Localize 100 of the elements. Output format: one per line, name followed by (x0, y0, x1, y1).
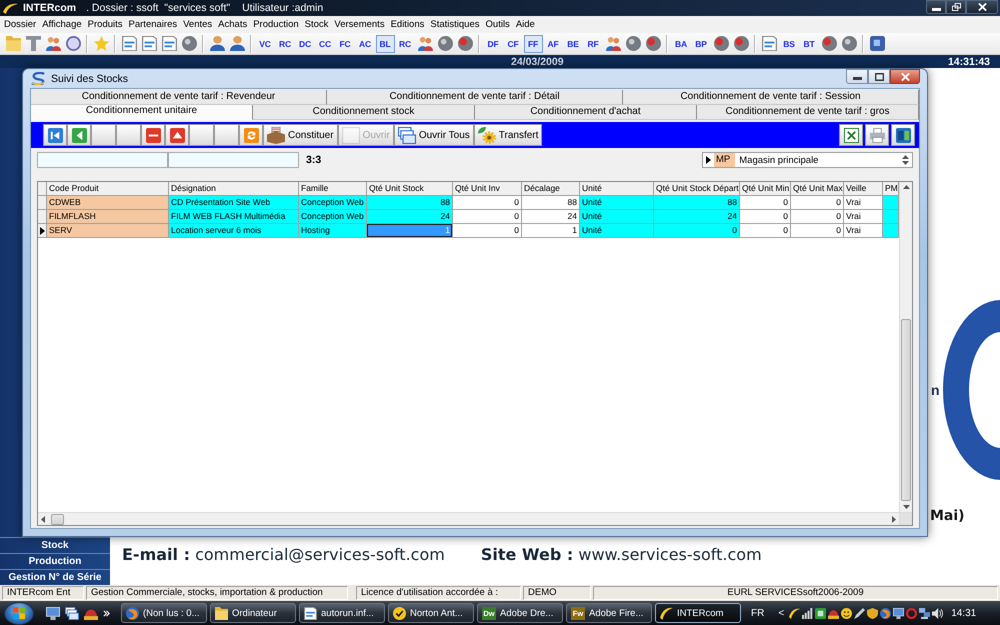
toolbar-button[interactable]: RC (276, 34, 294, 52)
document-icon[interactable] (762, 36, 776, 51)
person-icon[interactable] (230, 36, 244, 51)
scroll-thumb[interactable] (51, 514, 64, 524)
column-header[interactable]: PM (883, 182, 899, 196)
toolbar-button[interactable]: DF (484, 34, 502, 52)
monitor-icon[interactable] (46, 606, 60, 620)
toolbar-button[interactable] (891, 124, 915, 146)
sphere-icon[interactable] (646, 36, 660, 51)
taskbar-button[interactable]: autorun.inf... (299, 603, 385, 623)
document-icon[interactable] (142, 36, 156, 51)
store-field[interactable]: MP Magasin principale (702, 152, 913, 168)
input-field[interactable] (37, 152, 168, 168)
taskbar-button[interactable]: Norton Ant... (388, 603, 474, 623)
toolbar-button[interactable]: AC (356, 34, 374, 52)
toolbar-button[interactable]: BS (780, 34, 798, 52)
toolbar-button[interactable] (165, 124, 189, 146)
input-field[interactable] (168, 152, 299, 168)
toolbar-button[interactable]: FC (336, 34, 354, 52)
taskbar-button[interactable]: INTERcom (655, 603, 741, 623)
menu-item[interactable]: Affichage (39, 17, 85, 32)
sphere-icon[interactable] (734, 36, 748, 51)
horizontal-scrollbar[interactable] (38, 512, 899, 525)
menu-item[interactable]: Production (250, 17, 302, 32)
sphere-icon[interactable] (626, 36, 640, 51)
toolbar-button[interactable]: CC (316, 34, 334, 52)
toolbar-button[interactable]: BL (376, 34, 394, 52)
toolbar-button[interactable]: RF (584, 34, 602, 52)
person-icon[interactable] (210, 36, 224, 51)
column-header[interactable]: Qté Unit Stock (367, 182, 453, 196)
tab[interactable]: Conditionnement d'achat (475, 105, 697, 120)
document-icon[interactable] (162, 36, 176, 51)
toolbar-button[interactable] (141, 124, 165, 146)
sphere-icon[interactable] (438, 36, 452, 51)
toolbar-button[interactable]: AF (544, 34, 562, 52)
toolbar-button[interactable]: BT (800, 34, 818, 52)
menu-item[interactable]: Dossier (1, 17, 40, 32)
toolbar-button[interactable]: Ouvrir Tous (394, 124, 474, 146)
speaker-icon[interactable] (932, 608, 944, 618)
document-icon[interactable] (122, 36, 136, 51)
toolbar-button[interactable]: CF (504, 34, 522, 52)
people-icon[interactable] (418, 36, 432, 51)
column-header[interactable]: Unité (580, 182, 654, 196)
toolbar-button[interactable]: DC (296, 34, 314, 52)
tray-toggle[interactable]: < (778, 608, 784, 618)
toolbar-button[interactable]: BE (564, 34, 582, 52)
restore-button[interactable] (946, 0, 966, 14)
minimize-button[interactable] (926, 0, 946, 14)
toolbar-button[interactable]: FF (524, 34, 542, 52)
monitor-icon[interactable] (893, 608, 904, 618)
column-header[interactable]: Veille (844, 182, 883, 196)
column-header[interactable]: Famille (299, 182, 367, 196)
toolbar-button[interactable]: Constituer (263, 124, 338, 146)
sphere-icon[interactable] (182, 36, 196, 51)
shield-icon[interactable] (867, 608, 878, 618)
square-icon[interactable] (870, 36, 884, 51)
tab[interactable]: Conditionnement de vente tarif : Revendeur (31, 90, 327, 105)
sphere-icon[interactable] (842, 36, 856, 51)
menu-item[interactable]: Statistiques (427, 17, 483, 32)
column-header[interactable]: Qté Unit Stock Départ (654, 182, 740, 196)
pen-icon[interactable] (854, 608, 866, 618)
clock[interactable]: 14:31 (951, 608, 976, 618)
tile-icon[interactable] (815, 608, 826, 618)
scroll-thumb[interactable] (901, 319, 911, 501)
toolbar-button[interactable]: RC (396, 34, 414, 52)
start-button[interactable] (4, 602, 34, 624)
sphere-icon[interactable] (458, 36, 472, 51)
minimize-button[interactable] (846, 69, 868, 84)
smiley-icon[interactable] (841, 608, 852, 618)
helmet-icon[interactable] (828, 608, 840, 618)
tab[interactable]: Conditionnement stock (253, 105, 475, 120)
tab[interactable]: Conditionnement unitaire (31, 105, 253, 120)
column-header[interactable]: Décalage (522, 182, 580, 196)
swoosh-icon[interactable] (789, 608, 800, 618)
menu-item[interactable]: Versements (331, 17, 388, 32)
language-indicator[interactable]: FR (751, 608, 764, 618)
ring-icon[interactable] (906, 608, 918, 618)
tab[interactable]: Conditionnement de vente tarif : Session (623, 90, 919, 105)
helmet-icon[interactable] (84, 606, 98, 620)
hammer-icon[interactable] (26, 36, 40, 51)
column-header[interactable]: Code Produit (47, 182, 169, 196)
ring-icon[interactable] (66, 36, 80, 51)
tab[interactable]: Conditionnement de vente tarif : gros (697, 105, 919, 120)
spin-arrows-icon[interactable] (902, 154, 909, 166)
tab[interactable]: Conditionnement de vente tarif : Détail (327, 90, 623, 105)
sphere-icon[interactable] (822, 36, 836, 51)
toolbar-button[interactable]: BA (672, 34, 690, 52)
menu-item[interactable]: Editions (388, 17, 428, 32)
close-button[interactable] (890, 69, 920, 84)
taskbar-button[interactable]: (Non lus : 0... (121, 603, 207, 623)
column-header[interactable]: Qté Unit Inv (453, 182, 522, 196)
toolbar-button[interactable]: BP (692, 34, 710, 52)
signal-bars-icon[interactable] (802, 608, 814, 618)
menu-item[interactable]: Achats (215, 17, 250, 32)
menu-item[interactable]: Produits (84, 17, 126, 32)
menu-item[interactable]: Aide (512, 17, 538, 32)
column-header[interactable]: Qté Unit Max (791, 182, 844, 196)
people-icon[interactable] (46, 36, 60, 51)
row-selector[interactable] (38, 224, 47, 238)
toolbar-button[interactable]: Transfert (474, 124, 542, 146)
